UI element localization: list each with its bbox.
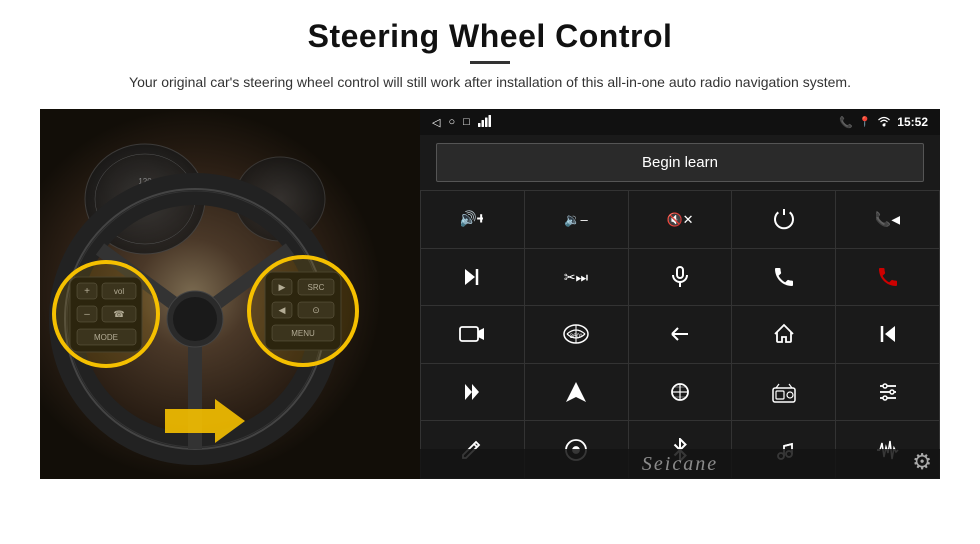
camera-button[interactable] [421,306,524,363]
svg-text:🔇✕: 🔇✕ [667,212,693,227]
steering-wheel-svg: 120 160 80 [40,109,420,479]
phone-call-button[interactable] [732,249,835,306]
prev-call-button[interactable]: 📞◀ [836,191,939,248]
mic-button[interactable] [629,249,732,306]
end-call-button[interactable] [836,249,939,306]
svg-text:📞◀: 📞◀ [876,210,900,228]
wifi-icon [877,115,891,130]
radio-button[interactable] [732,364,835,421]
clock: 15:52 [897,115,928,129]
location-icon: 📍 [859,117,871,128]
watermark-bar: Seicane [420,449,940,479]
home-circle-icon: ○ [448,116,455,128]
phone-status-icon: 📞 [839,116,853,129]
back-button[interactable] [629,306,732,363]
home-button[interactable] [732,306,835,363]
status-right: 📞 📍 15:52 [839,115,928,130]
status-bar: ◁ ○ □ 📞 📍 [420,109,940,135]
title-section: Steering Wheel Control Your original car… [129,18,851,93]
svg-text:🔉–: 🔉– [564,212,588,228]
svg-text:360°: 360° [570,334,583,340]
title-divider [470,61,510,64]
begin-learn-button[interactable]: Begin learn [436,143,924,182]
subtitle: Your original car's steering wheel contr… [129,72,851,93]
photo-section: 120 160 80 [40,109,420,479]
shuffle-button[interactable]: ✂⏭ [525,249,628,306]
page-container: Steering Wheel Control Your original car… [0,0,980,544]
page-title: Steering Wheel Control [129,18,851,55]
begin-learn-section: Begin learn [420,135,940,190]
settings-sliders-button[interactable] [836,364,939,421]
next-track-button[interactable] [421,249,524,306]
fast-forward-button[interactable] [421,364,524,421]
vol-down-button[interactable]: 🔉– [525,191,628,248]
eq-button[interactable] [629,364,732,421]
watermark-text: Seicane [642,453,718,476]
ui-panel: ◁ ○ □ 📞 📍 [420,109,940,479]
controls-grid: 🔊+ 🔉– 🔇✕ [420,190,940,479]
content-area: 120 160 80 [40,109,940,479]
status-left: ◁ ○ □ [432,115,492,130]
skip-back-button[interactable] [836,306,939,363]
svg-text:🔊+: 🔊+ [461,210,483,228]
360-view-button[interactable]: 360° [525,306,628,363]
square-icon: □ [463,116,470,128]
gear-button[interactable]: ⚙ [912,449,932,475]
svg-text:✂⏭: ✂⏭ [564,269,589,285]
back-arrow-icon: ◁ [432,116,440,129]
nav-button[interactable] [525,364,628,421]
vol-up-button[interactable]: 🔊+ [421,191,524,248]
steering-wheel-bg: 120 160 80 [40,109,420,479]
vol-mute-button[interactable]: 🔇✕ [629,191,732,248]
power-button[interactable] [732,191,835,248]
signal-icon [478,115,492,130]
